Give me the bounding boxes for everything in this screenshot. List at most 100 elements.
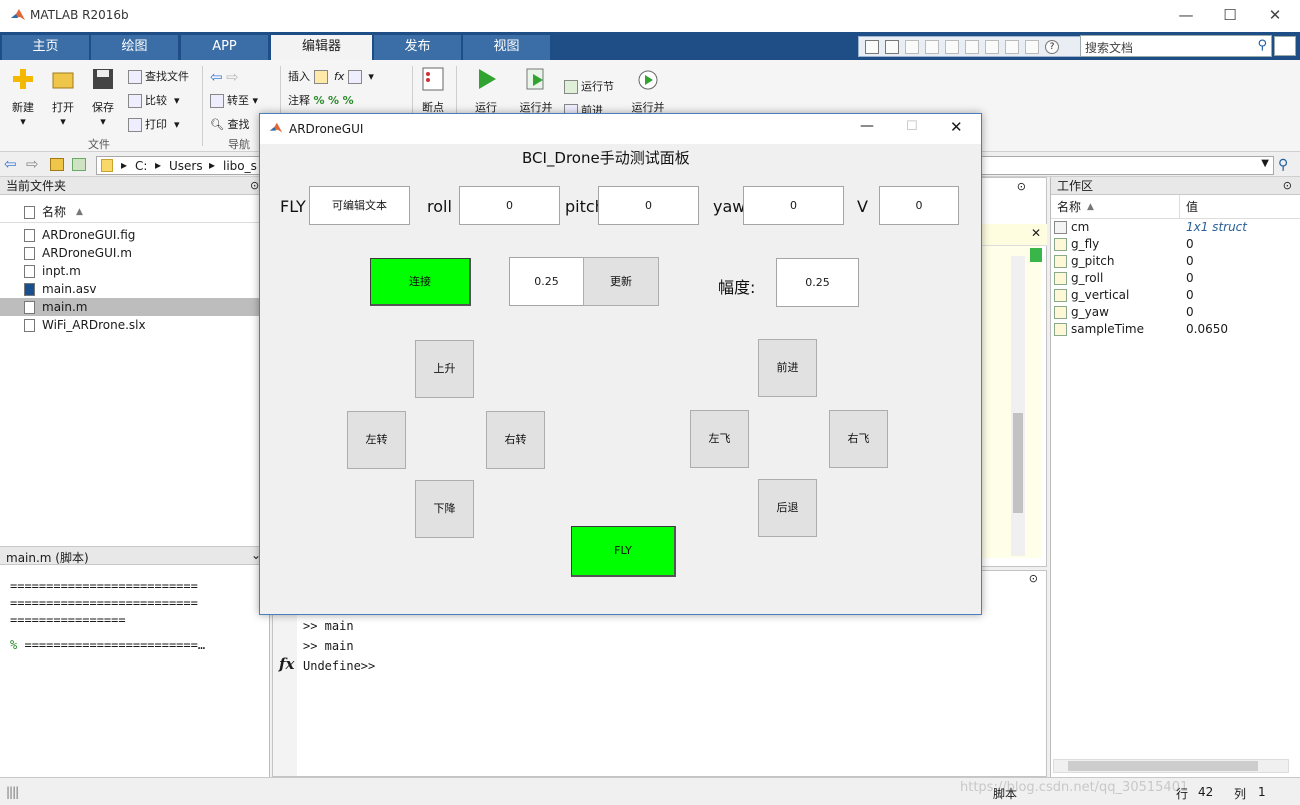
- panel-menu-icon[interactable]: ⊙: [1283, 179, 1292, 192]
- resize-grip-icon[interactable]: ||||: [6, 785, 19, 799]
- run-time-icon: [638, 70, 658, 90]
- workspace-row[interactable]: g_pitch 0: [1051, 253, 1300, 270]
- var-name: g_vertical: [1071, 288, 1130, 302]
- path-segment[interactable]: libo_s: [223, 159, 257, 173]
- panel-menu-icon[interactable]: ⊙: [1017, 180, 1026, 193]
- maximize-button[interactable]: ☐: [1210, 4, 1250, 28]
- update-button[interactable]: 更新: [583, 257, 659, 306]
- filter-icon[interactable]: [1274, 36, 1296, 56]
- forward-icon[interactable]: ⇨: [26, 155, 39, 173]
- close-icon[interactable]: ✕: [1031, 226, 1041, 240]
- copy-icon[interactable]: [925, 40, 939, 54]
- scrollbar-thumb[interactable]: [1013, 413, 1023, 513]
- run-button[interactable]: 运行: [466, 66, 506, 115]
- run-time-button[interactable]: 运行并: [626, 66, 670, 115]
- cut-icon[interactable]: [905, 40, 919, 54]
- workspace-row[interactable]: g_vertical 0: [1051, 287, 1300, 304]
- workspace-row[interactable]: cm 1x1 struct: [1051, 219, 1300, 236]
- search-documentation-input[interactable]: 搜索文档 ⚲: [1080, 35, 1272, 57]
- print-button[interactable]: 打印 ▾: [128, 116, 180, 132]
- yaw-field[interactable]: 0: [743, 186, 844, 225]
- fly-edit-field[interactable]: 可编辑文本: [309, 186, 410, 225]
- workspace-row[interactable]: g_roll 0: [1051, 270, 1300, 287]
- fly-left-button[interactable]: 左飞: [690, 410, 749, 468]
- column-header-name[interactable]: 名称 ▲: [0, 201, 269, 223]
- roll-field[interactable]: 0: [459, 186, 560, 225]
- tab-apps[interactable]: APP: [181, 35, 269, 60]
- minimize-button[interactable]: —: [860, 118, 874, 134]
- up-folder-icon[interactable]: [50, 158, 64, 171]
- file-row[interactable]: WiFi_ARDrone.slx: [0, 316, 269, 334]
- fx-icon[interactable]: fx: [279, 655, 294, 673]
- compare-button[interactable]: 比较 ▾: [128, 92, 180, 108]
- search-folder-icon[interactable]: ⚲: [1278, 157, 1288, 173]
- browse-folder-icon[interactable]: [72, 158, 86, 171]
- amplitude-field[interactable]: 0.25: [776, 258, 859, 307]
- path-segment[interactable]: Users: [169, 159, 203, 173]
- open-button[interactable]: 打开 ▾: [46, 66, 80, 128]
- file-row[interactable]: main.asv: [0, 280, 269, 298]
- breakpoint-button[interactable]: 断点: [416, 66, 450, 115]
- workspace-column-headers[interactable]: 名称 ▲ 值: [1051, 195, 1300, 219]
- undo-icon[interactable]: [965, 40, 979, 54]
- magnifier-icon: 🔍︎: [210, 118, 224, 131]
- comment-button[interactable]: 注释 % % %: [288, 92, 354, 108]
- find-label: 查找: [227, 118, 250, 131]
- descend-button[interactable]: 下降: [415, 480, 474, 538]
- tab-view[interactable]: 视图: [463, 35, 551, 60]
- window-icon[interactable]: [1025, 40, 1039, 54]
- run-advance-button[interactable]: 运行并: [514, 66, 558, 115]
- tab-publish[interactable]: 发布: [374, 35, 462, 60]
- back-forward-nav[interactable]: ⇦ ⇨: [210, 68, 239, 86]
- save-button[interactable]: 保存 ▾: [86, 66, 120, 128]
- details-header[interactable]: main.m (脚本) ⌄: [0, 546, 269, 565]
- close-button[interactable]: ✕: [1255, 4, 1295, 28]
- layout-icon[interactable]: [865, 40, 879, 54]
- tab-plots[interactable]: 绘图: [91, 35, 179, 60]
- tab-home[interactable]: 主页: [2, 35, 90, 60]
- workspace-row[interactable]: sampleTime 0.0650: [1051, 321, 1300, 338]
- panel-menu-icon[interactable]: ⊙: [1029, 572, 1038, 585]
- workspace-hscrollbar[interactable]: [1053, 759, 1289, 773]
- switch-windows-icon[interactable]: [1005, 40, 1019, 54]
- paste-icon[interactable]: [945, 40, 959, 54]
- ascend-button[interactable]: 上升: [415, 340, 474, 398]
- file-row-selected[interactable]: main.m: [0, 298, 269, 316]
- scrollbar-thumb[interactable]: [1068, 761, 1258, 771]
- close-button[interactable]: ✕: [950, 118, 963, 136]
- panel-menu-icon[interactable]: ⊙: [250, 179, 259, 192]
- turn-left-button[interactable]: 左转: [347, 411, 406, 469]
- minimize-button[interactable]: —: [1166, 4, 1206, 28]
- help-icon[interactable]: ?: [1045, 40, 1059, 54]
- path-segment[interactable]: C:: [135, 159, 147, 173]
- redo-icon[interactable]: [985, 40, 999, 54]
- forward-button[interactable]: 前进: [758, 339, 817, 397]
- fly-right-button[interactable]: 右飞: [829, 410, 888, 468]
- tab-editor[interactable]: 编辑器: [271, 35, 373, 60]
- backward-button[interactable]: 后退: [758, 479, 817, 537]
- turn-right-button[interactable]: 右转: [486, 411, 545, 469]
- find-button[interactable]: 🔍︎ 查找: [210, 116, 249, 132]
- find-files-button[interactable]: 查找文件: [128, 68, 189, 84]
- fly-button[interactable]: FLY: [571, 526, 676, 577]
- file-row[interactable]: inpt.m: [0, 262, 269, 280]
- new-button[interactable]: 新建 ▾: [6, 66, 40, 128]
- pitch-field[interactable]: 0: [598, 186, 699, 225]
- insert-button[interactable]: 插入 fx ▾: [288, 68, 374, 84]
- goto-button[interactable]: 转至 ▾: [210, 92, 258, 108]
- step-field[interactable]: 0.25: [509, 257, 584, 306]
- v-field[interactable]: 0: [879, 186, 959, 225]
- workspace-row[interactable]: g_yaw 0: [1051, 304, 1300, 321]
- connect-button[interactable]: 连接: [370, 258, 471, 306]
- run-section-button[interactable]: 运行节: [564, 78, 614, 94]
- maximize-button[interactable]: ☐: [906, 119, 918, 134]
- save-icon[interactable]: [885, 40, 899, 54]
- search-icon: ⚲: [1257, 38, 1267, 53]
- yaw-label: yaw: [713, 197, 746, 216]
- file-row[interactable]: ARDroneGUI.fig: [0, 226, 269, 244]
- chevron-down-icon[interactable]: ▼: [1261, 158, 1269, 169]
- back-icon[interactable]: ⇦: [4, 155, 17, 173]
- fig-file-icon: [24, 229, 35, 242]
- workspace-row[interactable]: g_fly 0: [1051, 236, 1300, 253]
- file-row[interactable]: ARDroneGUI.m: [0, 244, 269, 262]
